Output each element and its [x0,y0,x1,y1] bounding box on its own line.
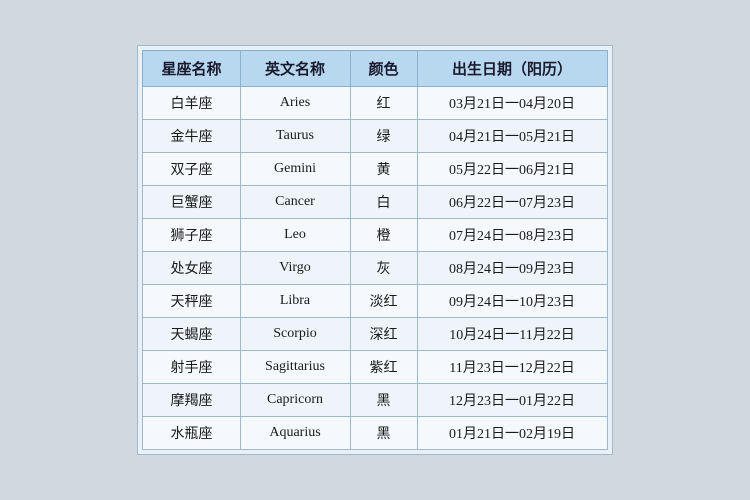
cell-en: Libra [240,285,350,318]
cell-date: 08月24日一09月23日 [417,252,607,285]
cell-en: Sagittarius [240,351,350,384]
cell-date: 05月22日一06月21日 [417,153,607,186]
zodiac-table: 星座名称 英文名称 颜色 出生日期（阳历） 白羊座Aries红03月21日一04… [142,50,607,450]
cell-color: 灰 [350,252,417,285]
cell-zh: 摩羯座 [143,384,240,417]
cell-zh: 金牛座 [143,120,240,153]
cell-date: 01月21日一02月19日 [417,417,607,450]
cell-zh: 射手座 [143,351,240,384]
table-row: 巨蟹座Cancer白06月22日一07月23日 [143,186,607,219]
cell-date: 10月24日一11月22日 [417,318,607,351]
cell-color: 黑 [350,384,417,417]
cell-en: Capricorn [240,384,350,417]
cell-color: 绿 [350,120,417,153]
cell-zh: 双子座 [143,153,240,186]
cell-en: Virgo [240,252,350,285]
table-row: 水瓶座Aquarius黑01月21日一02月19日 [143,417,607,450]
cell-color: 紫红 [350,351,417,384]
cell-zh: 狮子座 [143,219,240,252]
cell-date: 04月21日一05月21日 [417,120,607,153]
table-row: 处女座Virgo灰08月24日一09月23日 [143,252,607,285]
table-row: 狮子座Leo橙07月24日一08月23日 [143,219,607,252]
cell-color: 黄 [350,153,417,186]
cell-en: Taurus [240,120,350,153]
table-row: 天秤座Libra淡红09月24日一10月23日 [143,285,607,318]
table-row: 射手座Sagittarius紫红11月23日一12月22日 [143,351,607,384]
cell-date: 11月23日一12月22日 [417,351,607,384]
header-color: 颜色 [350,51,417,87]
cell-en: Gemini [240,153,350,186]
cell-zh: 白羊座 [143,87,240,120]
cell-zh: 天蝎座 [143,318,240,351]
table-row: 白羊座Aries红03月21日一04月20日 [143,87,607,120]
cell-en: Leo [240,219,350,252]
table-row: 双子座Gemini黄05月22日一06月21日 [143,153,607,186]
cell-color: 淡红 [350,285,417,318]
cell-en: Cancer [240,186,350,219]
cell-date: 03月21日一04月20日 [417,87,607,120]
cell-en: Aries [240,87,350,120]
cell-date: 12月23日一01月22日 [417,384,607,417]
cell-zh: 水瓶座 [143,417,240,450]
table-row: 摩羯座Capricorn黑12月23日一01月22日 [143,384,607,417]
table-row: 金牛座Taurus绿04月21日一05月21日 [143,120,607,153]
header-zh: 星座名称 [143,51,240,87]
table-body: 白羊座Aries红03月21日一04月20日金牛座Taurus绿04月21日一0… [143,87,607,450]
cell-color: 白 [350,186,417,219]
header-date: 出生日期（阳历） [417,51,607,87]
cell-date: 09月24日一10月23日 [417,285,607,318]
cell-zh: 天秤座 [143,285,240,318]
cell-en: Aquarius [240,417,350,450]
cell-color: 橙 [350,219,417,252]
cell-en: Scorpio [240,318,350,351]
header-en: 英文名称 [240,51,350,87]
table-row: 天蝎座Scorpio深红10月24日一11月22日 [143,318,607,351]
cell-color: 深红 [350,318,417,351]
zodiac-table-container: 星座名称 英文名称 颜色 出生日期（阳历） 白羊座Aries红03月21日一04… [137,45,612,455]
cell-zh: 巨蟹座 [143,186,240,219]
cell-zh: 处女座 [143,252,240,285]
cell-color: 黑 [350,417,417,450]
cell-date: 07月24日一08月23日 [417,219,607,252]
cell-date: 06月22日一07月23日 [417,186,607,219]
cell-color: 红 [350,87,417,120]
table-header-row: 星座名称 英文名称 颜色 出生日期（阳历） [143,51,607,87]
